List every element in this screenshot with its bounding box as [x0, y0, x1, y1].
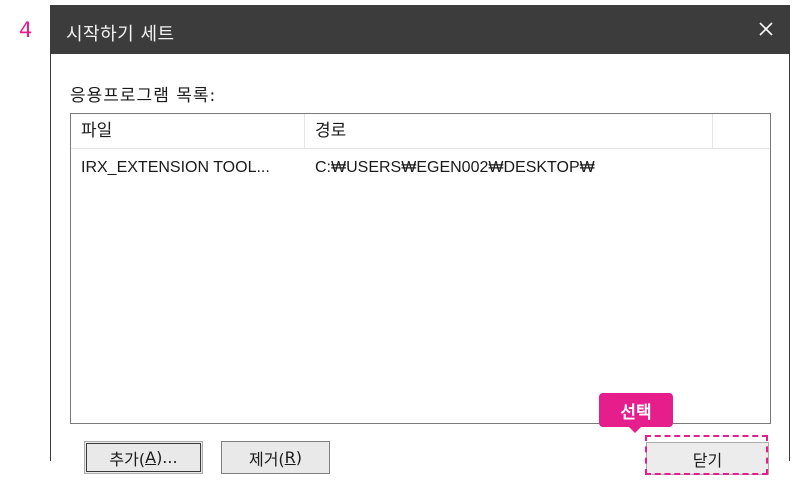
- list-item-path: C:₩USERS₩EGEN002₩DESKTOP₩: [315, 159, 595, 176]
- add-button-text: 추가(: [109, 449, 146, 469]
- step-number: 4: [19, 18, 33, 42]
- remove-button[interactable]: 제거(R): [221, 441, 330, 474]
- close-button-label: 닫기: [692, 450, 723, 470]
- title-bar: 시작하기 세트: [51, 5, 789, 54]
- close-icon[interactable]: [749, 13, 783, 45]
- add-button-accesskey: A: [145, 448, 157, 467]
- application-list[interactable]: 파일 경로 IRX_EXTENSION TOOL... C:₩USERS₩EGE…: [70, 113, 771, 424]
- dialog-window: 시작하기 세트 응용프로그램 목록: 파일 경로 IRX_EXTENSION T…: [50, 5, 790, 475]
- list-item[interactable]: IRX_EXTENSION TOOL... C:₩USERS₩EGEN002₩D…: [71, 154, 770, 182]
- list-header: 파일 경로: [71, 114, 770, 149]
- remove-button-suffix: ): [295, 448, 303, 467]
- close-button[interactable]: 닫기: [646, 442, 769, 475]
- remove-button-accesskey: R: [284, 448, 296, 467]
- column-header-empty: [713, 114, 770, 148]
- remove-button-text: 제거(: [248, 449, 285, 469]
- column-header-path[interactable]: 경로: [305, 114, 713, 148]
- window-title: 시작하기 세트: [66, 24, 175, 45]
- list-label: 응용프로그램 목록:: [70, 86, 217, 106]
- add-button[interactable]: 추가(A)...: [84, 441, 203, 474]
- column-header-file[interactable]: 파일: [71, 114, 305, 148]
- callout-badge: 선택: [599, 393, 673, 433]
- list-item-file: IRX_EXTENSION TOOL...: [81, 159, 270, 176]
- add-button-suffix: )...: [156, 448, 178, 467]
